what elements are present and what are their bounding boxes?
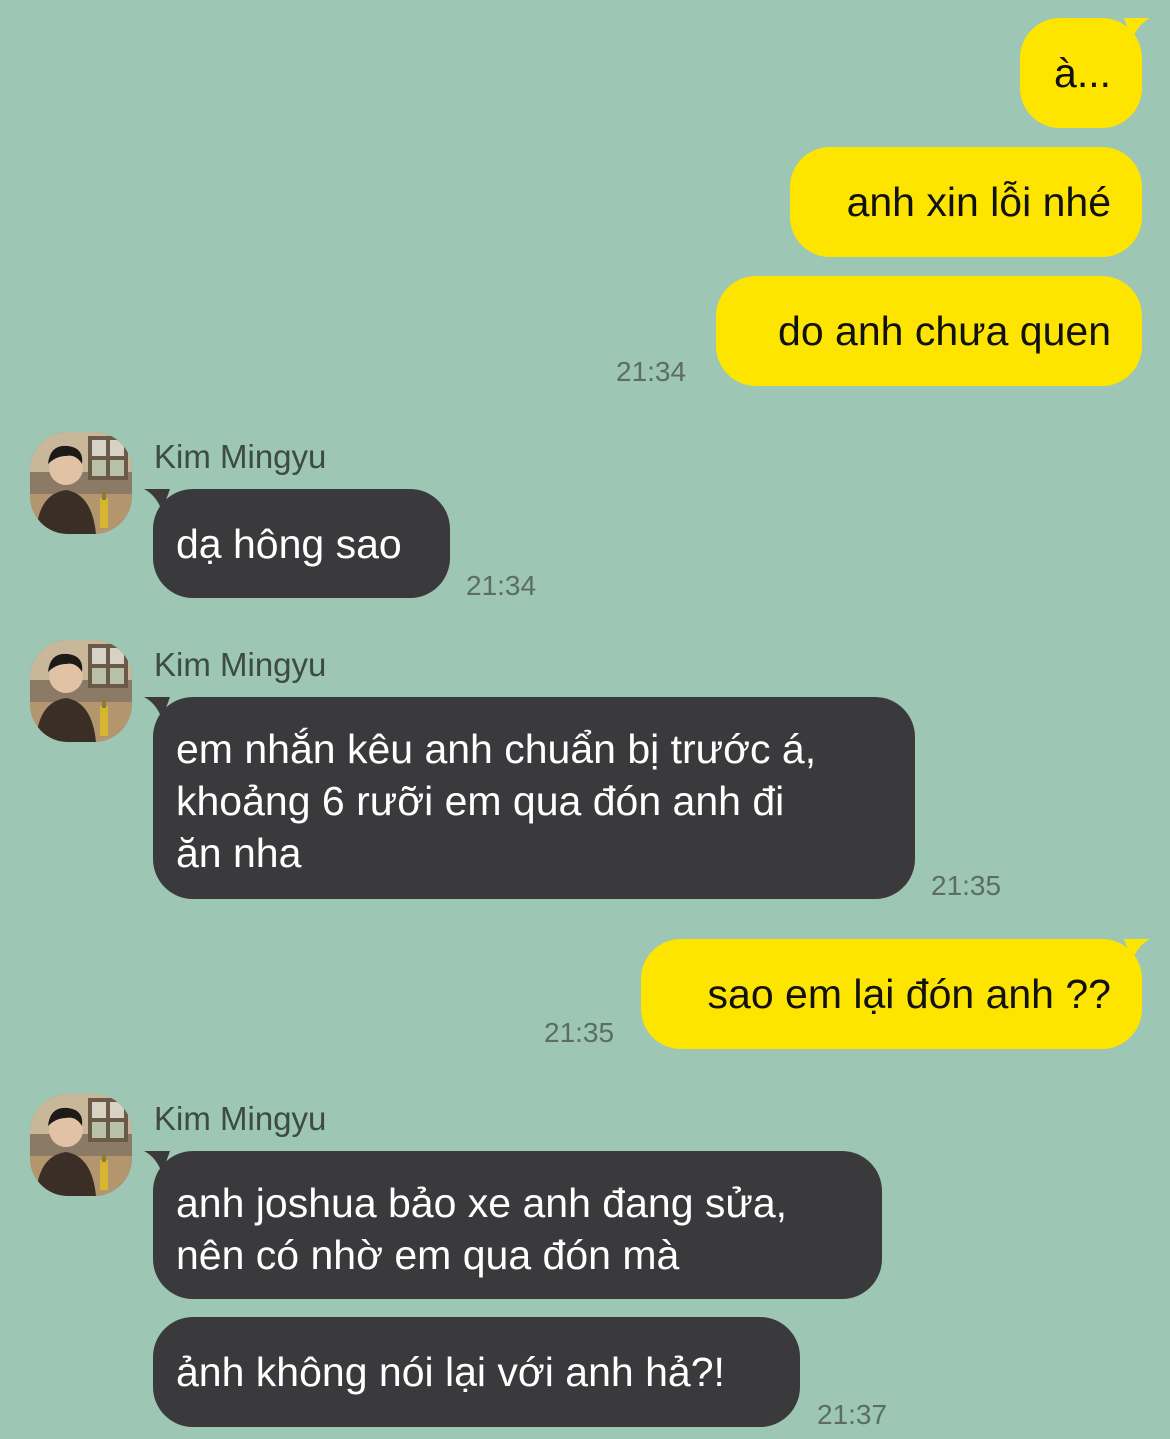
profile-photo-avatar-icon (30, 640, 132, 742)
message-text: sao em lại đón anh ?? (707, 971, 1111, 1017)
my-message-bubble[interactable]: sao em lại đón anh ?? (641, 939, 1142, 1049)
message-line: ăn nha (176, 830, 302, 876)
message-text: ảnh không nói lại với anh hả?! (176, 1349, 725, 1395)
message-time: 21:35 (544, 1017, 615, 1048)
bubble-tail (1124, 939, 1150, 961)
contact-avatar[interactable] (30, 1094, 132, 1196)
message-line: anh joshua bảo xe anh đang sửa, (176, 1180, 788, 1226)
profile-photo-avatar-icon (30, 1094, 132, 1196)
message-time: 21:37 (817, 1399, 888, 1430)
contact-avatar[interactable] (30, 432, 132, 534)
message-line: em nhắn kêu anh chuẩn bị trước á, (176, 726, 817, 772)
my-message-bubble[interactable]: anh xin lỗi nhé (790, 147, 1142, 257)
chat-screen: { "colors": { "background": "#9dc6b4", "… (0, 0, 1170, 1439)
message-text: anh xin lỗi nhé (846, 179, 1111, 225)
their-message-bubble[interactable]: dạ hông sao (153, 489, 450, 598)
contact-avatar[interactable] (30, 640, 132, 742)
message-line: khoảng 6 rưỡi em qua đón anh đi (176, 778, 785, 824)
message-time: 21:35 (931, 870, 1002, 901)
message-line: nên có nhờ em qua đón mà (176, 1232, 680, 1278)
message-text: à... (1054, 50, 1111, 96)
their-message-bubble[interactable]: ảnh không nói lại với anh hả?! (153, 1317, 800, 1427)
message-text: dạ hông sao (176, 520, 402, 567)
my-message-bubble[interactable]: do anh chưa quen (716, 276, 1142, 386)
sender-name: Kim Mingyu (154, 1100, 327, 1137)
sender-name: Kim Mingyu (154, 646, 327, 683)
sender-name: Kim Mingyu (154, 438, 327, 475)
their-message-bubble[interactable]: anh joshua bảo xe anh đang sửa, nên có n… (153, 1151, 882, 1299)
their-message-bubble[interactable]: em nhắn kêu anh chuẩn bị trước á, khoảng… (153, 697, 915, 899)
message-time: 21:34 (466, 570, 537, 601)
message-time: 21:34 (616, 356, 687, 387)
bubble-tail (1124, 18, 1150, 40)
message-text: do anh chưa quen (778, 308, 1111, 354)
profile-photo-avatar-icon (30, 432, 132, 534)
